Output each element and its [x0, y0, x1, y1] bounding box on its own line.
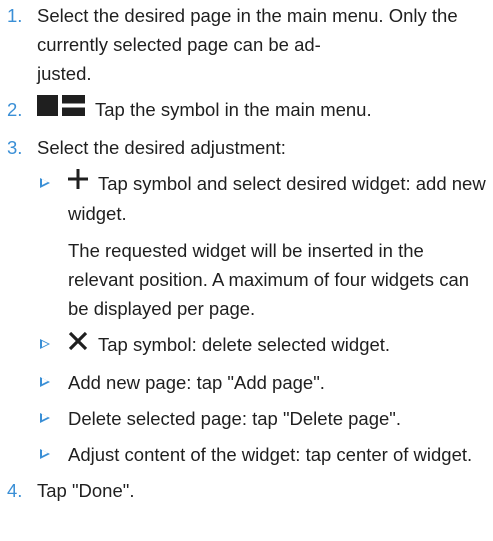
menu-icon [37, 94, 85, 124]
step-text: Tap "Done". [37, 479, 135, 501]
triangle-bullet-icon [40, 376, 50, 387]
instructions: 1. Select the desired page in the main m… [0, 0, 493, 505]
triangle-bullet-icon [40, 448, 50, 459]
list-item-text: Tap symbol and select desired widget: ad… [68, 172, 486, 225]
step-1: 1. Select the desired page in the main m… [7, 1, 487, 88]
step-text: Tap the symbol in the main menu. [95, 99, 372, 120]
list-item: Add new page: tap "Add page". [40, 368, 487, 397]
step-text: Select the desired adjustment: [37, 136, 286, 158]
adjustment-list: Tap symbol and select desired widget: ad… [37, 169, 487, 469]
list-item: Tap symbol: delete selected widget. [40, 330, 487, 361]
list-item-text: Add new page: tap "Add page". [68, 371, 325, 393]
list-item: Delete selected page: tap "Delete page". [40, 404, 487, 433]
triangle-bullet-icon [40, 177, 50, 188]
close-icon [68, 330, 88, 359]
step-2: 2. Tap the symbol in the main menu. [7, 94, 487, 126]
triangle-bullet-icon [40, 339, 50, 350]
list-item-note: The requested widget will be inserted in… [68, 240, 470, 320]
step-text: Select the desired page in the main menu… [37, 5, 458, 84]
list-item-text: Adjust content of the widget: tap center… [68, 443, 473, 465]
step-number: 1. [7, 5, 23, 26]
step-number: 4. [7, 479, 23, 501]
triangle-bullet-icon [40, 412, 50, 423]
step-3: 3. Select the desired adjustment: Tap sy… [7, 133, 487, 469]
list-item-text: Delete selected page: tap "Delete page". [68, 407, 401, 429]
step-4: 4. Tap "Done". [7, 476, 487, 505]
list-item: Tap symbol and select desired widget: ad… [40, 169, 487, 324]
plus-icon [68, 168, 88, 197]
step-number: 3. [7, 136, 23, 158]
list-item: Adjust content of the widget: tap center… [40, 440, 487, 469]
step-number: 2. [7, 99, 23, 120]
list-item-text: Tap symbol: delete selected widget. [98, 334, 391, 356]
